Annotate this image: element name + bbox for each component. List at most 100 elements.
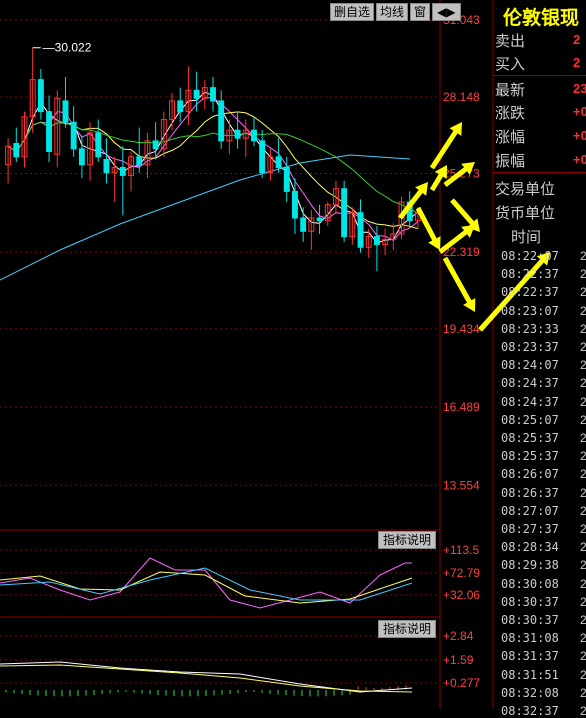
candle-body — [78, 148, 85, 166]
price-tick-label: 13.554 — [443, 478, 480, 492]
ma-white-line — [7, 91, 419, 244]
trade-time: 08:24:07 — [501, 358, 559, 373]
candle-body — [37, 79, 44, 113]
price-tick-label: 28.148 — [443, 90, 480, 104]
candle-body — [136, 156, 143, 166]
trade-price: 2 — [580, 594, 586, 609]
candle-body — [341, 188, 348, 238]
candle-body — [193, 89, 200, 99]
section-divider — [493, 75, 586, 76]
trade-time: 08:30:37 — [501, 613, 559, 627]
arrow-icon — [429, 122, 462, 170]
macd-dif-line — [0, 661, 413, 693]
trade-price: 2 — [580, 522, 586, 536]
quote-label: 卖出 — [495, 32, 526, 50]
candle-body — [234, 129, 241, 139]
trade-time: 08:30:37 — [501, 594, 559, 609]
trade-price: 2 — [580, 685, 586, 700]
ma-green-line — [7, 121, 419, 214]
trade-price: 2 — [580, 576, 586, 591]
trade-time: 08:26:37 — [501, 485, 559, 500]
candle-body — [103, 158, 110, 174]
quote-value: 2 — [573, 32, 581, 47]
quote-value: 2 — [573, 55, 581, 70]
ma-magenta-line — [7, 97, 419, 242]
remove-favorite-button[interactable]: 删自选 — [330, 3, 375, 21]
candle-body — [275, 156, 282, 168]
trade-time: 08:31:37 — [501, 649, 559, 664]
arrow-icon — [415, 206, 441, 250]
quote-label: 买入 — [495, 55, 526, 73]
kdj-d-line — [0, 571, 413, 604]
trade-price: 2 — [580, 613, 586, 627]
trade-time: 08:23:37 — [501, 340, 559, 354]
quote-label: 交易单位 — [495, 180, 556, 198]
candle-body — [357, 212, 364, 248]
trade-price: 2 — [580, 285, 586, 300]
macd-dea-line — [0, 664, 413, 693]
trade-price: 2 — [580, 267, 586, 282]
trade-time: 08:30:08 — [501, 576, 559, 591]
trade-price: 2 — [580, 558, 586, 573]
trade-time: 08:27:07 — [501, 503, 559, 518]
trade-price: 2 — [580, 467, 586, 482]
candle-body — [316, 217, 323, 222]
trade-time: 08:27:37 — [501, 522, 559, 536]
indicator-help-button-1[interactable]: 指标说明 — [378, 531, 437, 549]
candle-body — [13, 143, 20, 158]
chart-toolbar: 删自选 均线 窗 ◀▶ — [330, 3, 461, 21]
trade-price: 2 — [580, 412, 586, 427]
trade-time: 08:24:37 — [501, 376, 559, 391]
quote-label: 振幅 — [495, 152, 526, 170]
trade-price: 2 — [580, 449, 586, 464]
toggle-panel-icon[interactable]: ◀▶ — [432, 3, 461, 21]
candle-body — [62, 100, 69, 123]
trade-time: 08:23:07 — [501, 303, 559, 318]
trade-time: 08:25:37 — [501, 449, 559, 464]
indicator2-tick-label: +2.84 — [443, 629, 474, 643]
quote-value: +0.23 — [573, 128, 586, 143]
trade-price: 2 — [580, 431, 586, 445]
trade-time: 08:22:07 — [501, 249, 559, 263]
window-button[interactable]: 窗 — [410, 3, 431, 21]
trade-price: 2 — [580, 340, 586, 354]
trade-price: 2 — [580, 631, 586, 646]
candle-body — [70, 121, 77, 150]
quote-value: +0.05 — [573, 104, 586, 119]
candle-body — [283, 166, 290, 192]
trade-price: 2 — [580, 303, 586, 318]
trade-time: 08:32:08 — [501, 685, 559, 700]
price-tick-label: 19.434 — [443, 322, 480, 336]
indicator-help-button-2[interactable]: 指标说明 — [378, 620, 437, 638]
trade-time: 08:29:38 — [501, 558, 559, 573]
moving-average-button[interactable]: 均线 — [376, 3, 409, 21]
quote-panel: 伦敦银现 卖出 2 买入 2 最新 23.81 涨跌 +0.05 涨幅 +0.23 振幅 +0.29 交… — [493, 0, 586, 718]
quote-value: 23.81 — [573, 81, 586, 96]
trade-price: 2 — [580, 394, 586, 409]
indicator1-tick-label: +113.5 — [443, 543, 479, 557]
ma-yellow-line — [7, 111, 419, 230]
price-tick-label: 16.489 — [443, 400, 480, 414]
candle-body — [300, 217, 307, 232]
trade-time: 08:31:08 — [501, 631, 559, 646]
candle-body — [373, 236, 380, 246]
time-column-header: 时间 — [511, 228, 542, 246]
indicator2-tick-label: +1.59 — [443, 653, 474, 667]
indicator1-tick-label: +72.79 — [443, 566, 480, 580]
quote-label: 最新 — [495, 81, 526, 99]
trade-time: 08:32:37 — [501, 704, 559, 718]
instrument-title: 伦敦银现 — [503, 7, 580, 29]
indicator2-tick-label: +0.277 — [443, 676, 480, 690]
trade-time: 08:25:37 — [501, 431, 559, 445]
quote-label: 涨跌 — [495, 104, 526, 122]
trade-time: 08:28:34 — [501, 540, 559, 555]
candle-body — [95, 132, 102, 158]
candle-body — [292, 190, 298, 219]
candle-body — [218, 100, 225, 142]
candle-body — [152, 140, 159, 150]
candle-body — [177, 100, 184, 113]
trade-price: 2 — [580, 485, 586, 500]
candle-body — [259, 140, 266, 174]
trade-time: 08:22:37 — [501, 267, 559, 282]
trade-price: 2 — [580, 540, 586, 555]
